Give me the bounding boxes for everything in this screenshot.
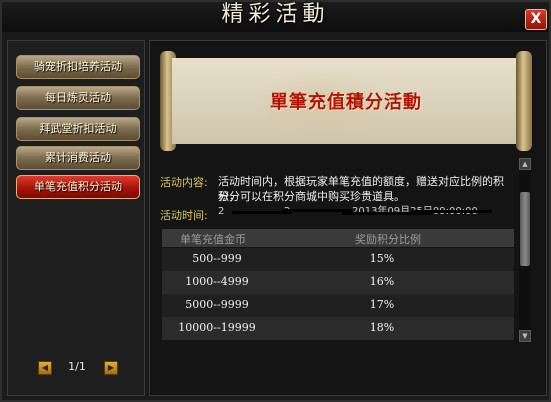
menu-item-martial-discount[interactable]: 拜武堂折扣活动: [16, 117, 140, 141]
table-row: 1000--4999 16%: [162, 271, 514, 294]
ratio-cell: 18%: [369, 321, 395, 334]
scroll-up-arrow-icon[interactable]: ▲: [519, 158, 531, 170]
menu-item-daily-refine[interactable]: 每日炼灵活动: [16, 86, 140, 110]
scroll-thumb[interactable]: [520, 192, 530, 266]
page-indicator: 1/1: [68, 360, 86, 373]
detail-scrollbar[interactable]: ▲ ▼: [519, 158, 531, 342]
column-header-amount: 单笔充值金币: [180, 233, 246, 246]
close-button[interactable]: X: [525, 9, 547, 30]
window-title: 精彩活動: [221, 2, 330, 27]
column-header-ratio: 奖励积分比例: [355, 233, 421, 246]
content-label: 活动内容:: [160, 176, 208, 189]
time-value-start: 2: [218, 206, 225, 217]
event-window: 精彩活動 X 骑宠折扣培养活动 每日炼灵活动 拜武堂折扣活动 累计消费活动 单笔…: [0, 0, 551, 402]
amount-cell: 10000--19999: [178, 321, 256, 334]
title-bar[interactable]: 精彩活動 X: [2, 2, 549, 32]
content-line-2: 积分可以在积分商城中购买珍贵道具。: [218, 190, 405, 203]
next-page-button[interactable]: ▶: [104, 361, 118, 375]
event-list-panel: 骑宠折扣培养活动 每日炼灵活动 拜武堂折扣活动 累计消费活动 单笔充值积分活动 …: [7, 40, 145, 396]
menu-item-single-recharge[interactable]: 单笔充值积分活动: [16, 175, 140, 199]
table-header: 单笔充值金币 奖励积分比例: [162, 229, 514, 247]
scroll-down-arrow-icon[interactable]: ▼: [519, 330, 531, 342]
ratio-cell: 16%: [369, 275, 395, 288]
prev-page-button[interactable]: ◀: [38, 361, 52, 375]
ratio-cell: 17%: [369, 298, 395, 311]
banner-paper: 單筆充值積分活動: [172, 58, 520, 144]
amount-cell: 500--999: [192, 252, 242, 265]
table-row: 500--999 15%: [162, 248, 514, 271]
redaction-scribble: [232, 205, 502, 219]
reward-table: 单笔充值金币 奖励积分比例 500--999 15% 1000--4999 16…: [162, 229, 514, 341]
pagination: ◀ 1/1 ▶: [8, 359, 144, 379]
time-label: 活动时间:: [160, 209, 208, 222]
amount-cell: 5000--9999: [185, 298, 249, 311]
table-row: 10000--19999 18%: [162, 317, 514, 340]
scroll-roll-right: [516, 51, 532, 151]
menu-item-cumulative-spend[interactable]: 累计消费活动: [16, 146, 140, 170]
ratio-cell: 15%: [369, 252, 395, 265]
table-row: 5000--9999 17%: [162, 294, 514, 317]
amount-cell: 1000--4999: [185, 275, 249, 288]
event-banner: 單筆充值積分活動: [160, 51, 532, 151]
menu-item-mount-discount[interactable]: 骑宠折扣培养活动: [16, 55, 140, 79]
banner-title: 單筆充值積分活動: [270, 92, 422, 113]
